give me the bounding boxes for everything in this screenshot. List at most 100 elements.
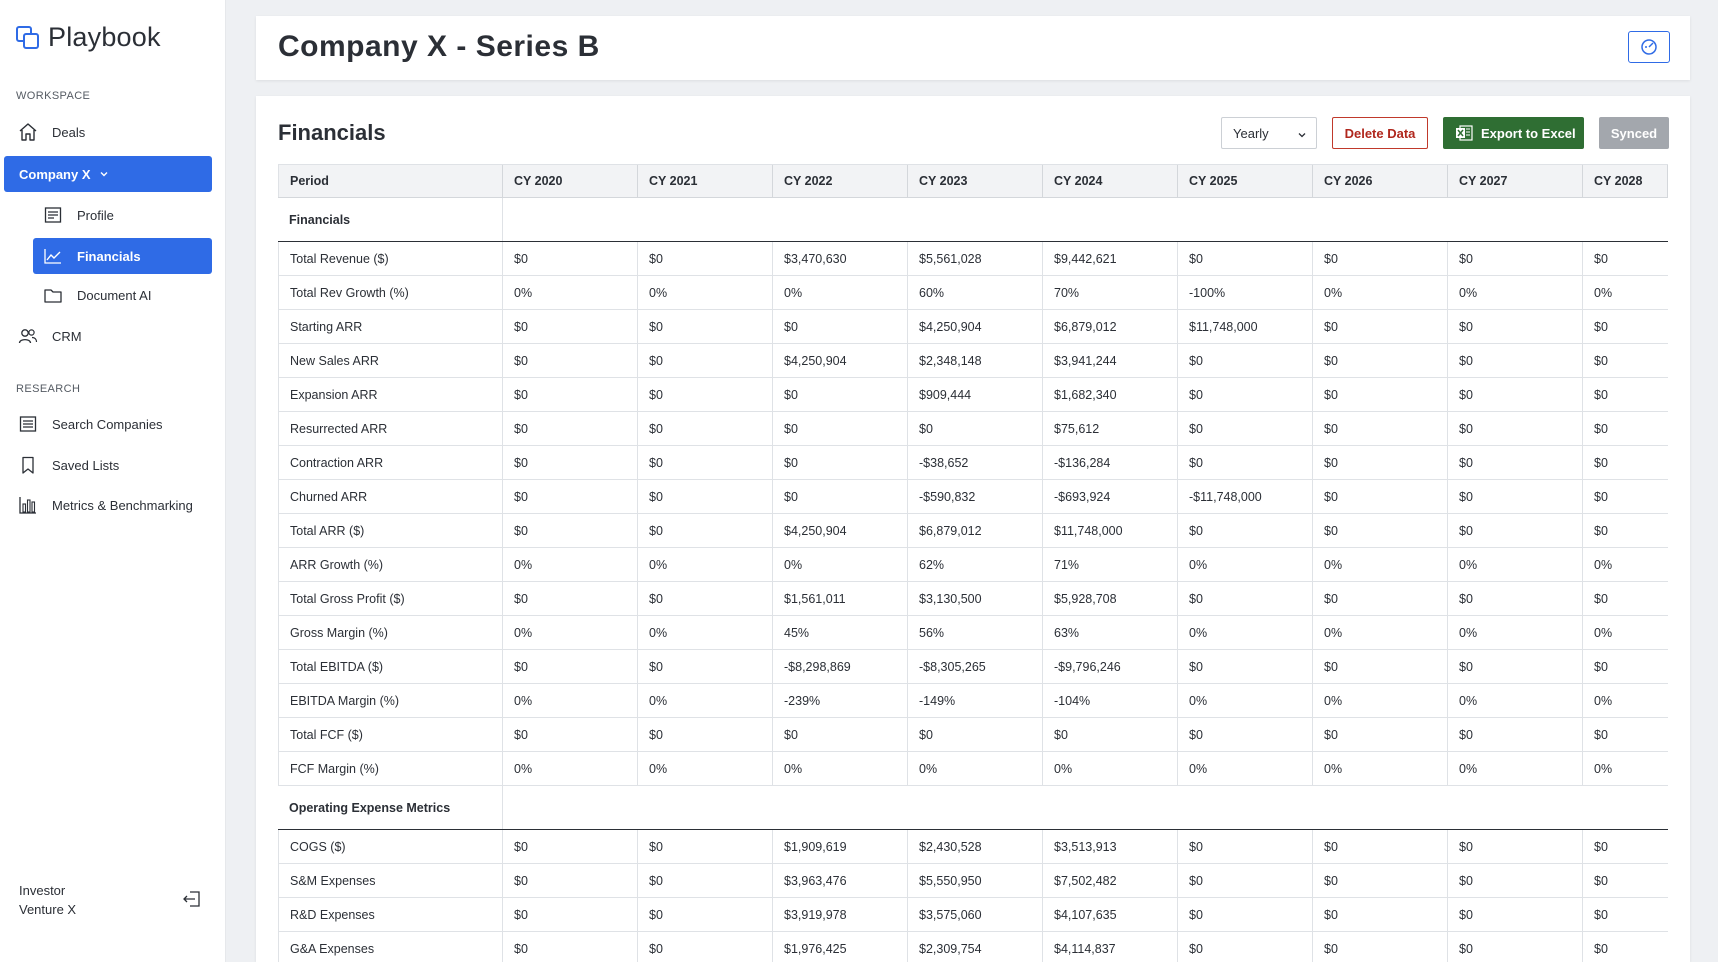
table-cell[interactable]: 0% (1448, 684, 1583, 717)
table-cell[interactable]: 0% (1313, 752, 1448, 785)
table-cell[interactable]: $6,879,012 (908, 514, 1043, 547)
table-cell[interactable]: $0 (638, 582, 773, 615)
table-cell[interactable]: $0 (1313, 446, 1448, 479)
table-cell[interactable]: $3,963,476 (773, 864, 908, 897)
table-cell[interactable]: $3,941,244 (1043, 344, 1178, 377)
table-cell[interactable]: $0 (1583, 378, 1668, 411)
table-cell[interactable]: 0% (638, 684, 773, 717)
table-cell[interactable]: $0 (1448, 514, 1583, 547)
app-logo[interactable]: Playbook (16, 22, 161, 53)
table-cell[interactable]: $0 (908, 718, 1043, 751)
table-cell[interactable]: $0 (1313, 310, 1448, 343)
table-cell[interactable]: -$9,796,246 (1043, 650, 1178, 683)
export-excel-button[interactable]: Export to Excel (1443, 117, 1584, 149)
table-cell[interactable]: $0 (638, 310, 773, 343)
table-cell[interactable]: $0 (1448, 378, 1583, 411)
sidebar-item-search-companies[interactable]: Search Companies (16, 406, 216, 442)
table-cell[interactable]: $1,909,619 (773, 830, 908, 863)
table-cell[interactable]: $4,107,635 (1043, 898, 1178, 931)
table-cell[interactable]: $0 (638, 864, 773, 897)
table-cell[interactable]: $0 (1178, 242, 1313, 275)
table-cell[interactable]: $0 (1178, 718, 1313, 751)
table-cell[interactable]: $0 (1583, 898, 1668, 931)
table-cell[interactable]: $0 (1178, 830, 1313, 863)
table-cell[interactable]: $0 (1313, 480, 1448, 513)
table-cell[interactable]: 0% (773, 752, 908, 785)
table-cell[interactable]: $4,250,904 (908, 310, 1043, 343)
sidebar-item-company[interactable]: Company X (4, 156, 212, 192)
delete-data-button[interactable]: Delete Data (1332, 117, 1428, 149)
table-cell[interactable]: $3,470,630 (773, 242, 908, 275)
column-header[interactable]: CY 2023 (908, 165, 1043, 197)
table-cell[interactable]: 0% (1583, 752, 1668, 785)
table-cell[interactable]: $0 (503, 446, 638, 479)
table-cell[interactable]: 0% (638, 616, 773, 649)
table-cell[interactable]: $0 (638, 830, 773, 863)
table-cell[interactable]: $0 (1178, 932, 1313, 962)
table-cell[interactable]: $0 (773, 480, 908, 513)
table-cell[interactable]: 0% (773, 276, 908, 309)
table-cell[interactable]: $0 (503, 830, 638, 863)
table-cell[interactable]: 0% (773, 548, 908, 581)
table-cell[interactable]: $0 (638, 480, 773, 513)
table-cell[interactable]: $0 (773, 378, 908, 411)
table-cell[interactable]: $75,612 (1043, 412, 1178, 445)
table-cell[interactable]: 0% (1178, 616, 1313, 649)
table-cell[interactable]: $0 (503, 864, 638, 897)
table-cell[interactable]: $0 (503, 242, 638, 275)
table-cell[interactable]: $3,919,978 (773, 898, 908, 931)
table-cell[interactable]: 0% (1178, 752, 1313, 785)
table-cell[interactable]: $0 (1583, 718, 1668, 751)
table-cell[interactable]: 0% (1313, 616, 1448, 649)
table-cell[interactable]: $0 (503, 480, 638, 513)
table-cell[interactable]: $0 (1448, 898, 1583, 931)
table-cell[interactable]: $0 (1448, 446, 1583, 479)
table-cell[interactable]: $0 (638, 650, 773, 683)
table-cell[interactable]: 45% (773, 616, 908, 649)
table-cell[interactable]: -$693,924 (1043, 480, 1178, 513)
table-cell[interactable]: $0 (773, 718, 908, 751)
table-cell[interactable]: 56% (908, 616, 1043, 649)
table-cell[interactable]: $0 (1448, 718, 1583, 751)
column-header[interactable]: CY 2025 (1178, 165, 1313, 197)
table-cell[interactable]: $0 (1178, 514, 1313, 547)
table-cell[interactable]: $0 (1583, 932, 1668, 962)
table-cell[interactable]: $3,130,500 (908, 582, 1043, 615)
table-cell[interactable]: $0 (1313, 650, 1448, 683)
table-cell[interactable]: $0 (1178, 650, 1313, 683)
table-cell[interactable]: $1,682,340 (1043, 378, 1178, 411)
table-cell[interactable]: -239% (773, 684, 908, 717)
table-cell[interactable]: $0 (1448, 582, 1583, 615)
table-cell[interactable]: $0 (503, 650, 638, 683)
table-cell[interactable]: 0% (638, 548, 773, 581)
table-cell[interactable]: $0 (1583, 480, 1668, 513)
table-cell[interactable]: $0 (1313, 344, 1448, 377)
table-cell[interactable]: $0 (503, 514, 638, 547)
table-cell[interactable]: $5,561,028 (908, 242, 1043, 275)
table-cell[interactable]: 0% (1043, 752, 1178, 785)
table-cell[interactable]: $0 (1313, 412, 1448, 445)
table-cell[interactable]: 60% (908, 276, 1043, 309)
table-cell[interactable]: 0% (1448, 752, 1583, 785)
table-cell[interactable]: 0% (1313, 684, 1448, 717)
table-cell[interactable]: $4,250,904 (773, 514, 908, 547)
table-cell[interactable]: $0 (638, 718, 773, 751)
table-cell[interactable]: -$8,305,265 (908, 650, 1043, 683)
table-cell[interactable]: $5,550,950 (908, 864, 1043, 897)
table-cell[interactable]: 0% (503, 276, 638, 309)
table-cell[interactable]: 0% (1583, 616, 1668, 649)
table-cell[interactable]: $0 (1583, 446, 1668, 479)
table-cell[interactable]: $0 (1583, 650, 1668, 683)
table-cell[interactable]: $0 (773, 310, 908, 343)
table-cell[interactable]: 0% (1178, 684, 1313, 717)
table-cell[interactable]: $0 (1313, 898, 1448, 931)
table-cell[interactable]: $0 (1178, 864, 1313, 897)
table-cell[interactable]: $0 (638, 242, 773, 275)
table-cell[interactable]: 62% (908, 548, 1043, 581)
sidebar-item-crm[interactable]: CRM (16, 318, 216, 354)
table-cell[interactable]: 0% (1448, 276, 1583, 309)
table-cell[interactable]: $0 (503, 718, 638, 751)
table-cell[interactable]: $11,748,000 (1043, 514, 1178, 547)
table-cell[interactable]: $0 (638, 412, 773, 445)
table-cell[interactable]: $0 (908, 412, 1043, 445)
